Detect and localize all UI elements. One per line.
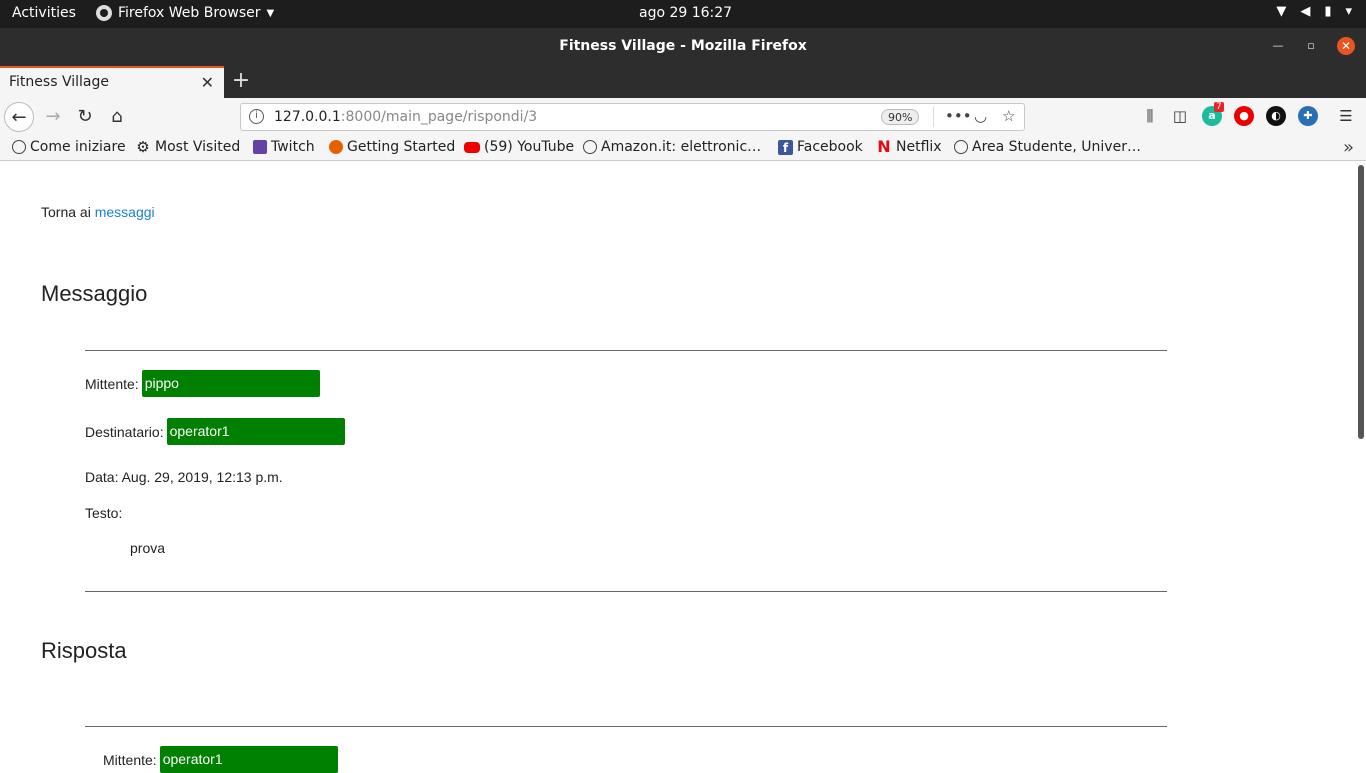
bookmark-amazon[interactable]: Amazon.it: elettronic… bbox=[583, 139, 761, 155]
url-bar[interactable]: i 127.0.0.1:8000/main_page/rispondi/3 90… bbox=[240, 103, 1025, 131]
reply-sender-label: Mittente: bbox=[103, 751, 157, 768]
netflix-icon: N bbox=[877, 137, 891, 156]
sidebar-icon[interactable]: ◫ bbox=[1170, 106, 1190, 126]
youtube-icon bbox=[464, 141, 480, 153]
message-sender-row: Mittente: pippo bbox=[85, 370, 320, 397]
reload-button[interactable]: ↻ bbox=[70, 102, 100, 132]
activities-button[interactable]: Activities bbox=[12, 5, 76, 21]
addon-badge: 7 bbox=[1214, 102, 1224, 112]
pocket-icon[interactable]: ◡ bbox=[974, 107, 987, 125]
back-prefix: Torna ai bbox=[41, 204, 91, 220]
facebook-icon: f bbox=[778, 139, 793, 155]
tab-label: Fitness Village bbox=[9, 74, 109, 90]
bookmark-label: Area Studente, Univer… bbox=[972, 139, 1141, 155]
divider bbox=[85, 591, 1167, 592]
bookmark-getting-started[interactable]: Getting Started bbox=[329, 139, 455, 155]
extension-icon[interactable]: ◐ bbox=[1266, 106, 1286, 126]
zoom-indicator[interactable]: 90% bbox=[881, 109, 920, 125]
message-heading: Messaggio bbox=[41, 281, 148, 306]
bookmark-label: Twitch bbox=[271, 139, 315, 155]
gear-icon: ⚙ bbox=[136, 138, 150, 156]
bookmarks-toolbar: Come iniziare ⚙ Most Visited Twitch Getti… bbox=[0, 136, 1366, 161]
navigation-toolbar: ← → ↻ ⌂ i 127.0.0.1:8000/main_page/rispo… bbox=[0, 98, 1366, 136]
library-icon[interactable]: ⫼ bbox=[1140, 106, 1160, 126]
new-tab-button[interactable]: + bbox=[230, 68, 252, 93]
bookmark-area-studente[interactable]: Area Studente, Univer… bbox=[954, 139, 1141, 155]
bookmark-label: Facebook bbox=[797, 139, 863, 155]
close-tab-icon[interactable]: ✕ bbox=[201, 73, 214, 92]
bookmark-label: Come iniziare bbox=[30, 139, 126, 155]
info-icon[interactable]: i bbox=[249, 109, 264, 124]
window-title-bar: Fitness Village - Mozilla Firefox — ▫ ✕ bbox=[0, 28, 1366, 64]
sender-value: pippo bbox=[141, 370, 320, 397]
menu-icon[interactable]: ☰ bbox=[1336, 106, 1356, 126]
reply-sender-value: operator1 bbox=[159, 746, 338, 773]
bookmark-most-visited[interactable]: ⚙ Most Visited bbox=[135, 139, 240, 155]
url-path: :8000/main_page/rispondi/3 bbox=[340, 109, 538, 125]
wifi-icon: ▼ bbox=[1276, 4, 1287, 19]
chevron-down-icon: ▼ bbox=[266, 7, 275, 19]
bookmark-label: Netflix bbox=[896, 139, 942, 155]
firefox-icon bbox=[96, 5, 112, 21]
bookmark-netflix[interactable]: N Netflix bbox=[876, 137, 942, 156]
scrollbar[interactable] bbox=[1358, 165, 1364, 439]
message-text-label: Testo: bbox=[85, 505, 123, 521]
bookmark-facebook[interactable]: f Facebook bbox=[778, 139, 863, 155]
reply-heading: Risposta bbox=[41, 638, 127, 663]
back-to-messages: Torna ai messaggi bbox=[41, 204, 155, 220]
volume-icon: ◀ bbox=[1300, 4, 1311, 19]
divider bbox=[85, 726, 1167, 727]
maximize-button[interactable]: ▫ bbox=[1302, 37, 1320, 55]
globe-icon bbox=[12, 140, 26, 154]
twitch-icon bbox=[253, 140, 267, 154]
tab-strip: Fitness Village ✕ + bbox=[0, 64, 1366, 98]
bookmark-star-icon[interactable]: ☆ bbox=[1002, 107, 1015, 125]
bookmark-twitch[interactable]: Twitch bbox=[253, 139, 315, 155]
battery-icon: ▮ bbox=[1324, 4, 1332, 19]
bookmark-label: Getting Started bbox=[347, 139, 456, 155]
message-recipient-row: Destinatario: operator1 bbox=[85, 418, 345, 445]
tab-fitness-village[interactable]: Fitness Village ✕ bbox=[0, 66, 224, 98]
chevron-right-icon[interactable]: » bbox=[1343, 137, 1354, 158]
bookmark-label: Most Visited bbox=[155, 139, 241, 155]
bookmark-label: Amazon.it: elettronic… bbox=[601, 139, 762, 155]
bookmark-come-iniziare[interactable]: Come iniziare bbox=[12, 139, 126, 155]
recipient-label: Destinatario: bbox=[85, 423, 164, 440]
clock[interactable]: ago 29 16:27 bbox=[639, 5, 732, 21]
minimize-button[interactable]: — bbox=[1269, 37, 1287, 55]
message-date: Data: Aug. 29, 2019, 12:13 p.m. bbox=[85, 469, 283, 485]
addon-icon[interactable]: a7 bbox=[1202, 102, 1224, 126]
url-host: 127.0.0.1 bbox=[274, 109, 341, 125]
messages-link[interactable]: messaggi bbox=[95, 204, 155, 220]
app-menu-label: Firefox Web Browser bbox=[118, 5, 261, 21]
adblock-icon[interactable]: ● bbox=[1234, 106, 1254, 126]
globe-icon bbox=[583, 140, 597, 154]
message-text: prova bbox=[130, 540, 166, 556]
reply-sender-row: Mittente: operator1 bbox=[103, 746, 338, 773]
app-menu[interactable]: Firefox Web Browser ▼ bbox=[96, 5, 274, 21]
recipient-value: operator1 bbox=[166, 418, 345, 445]
system-tray[interactable]: ▼ ◀ ▮ ▾ bbox=[1276, 4, 1352, 19]
url-text[interactable]: 127.0.0.1:8000/main_page/rispondi/3 bbox=[274, 109, 537, 125]
page-content: Torna ai messaggi Messaggio Mittente: pi… bbox=[0, 161, 1366, 773]
bookmark-label: (59) YouTube bbox=[484, 139, 575, 155]
power-menu-icon: ▾ bbox=[1345, 4, 1352, 19]
divider bbox=[933, 107, 934, 127]
close-window-button[interactable]: ✕ bbox=[1337, 37, 1355, 55]
window-title: Fitness Village - Mozilla Firefox bbox=[559, 38, 807, 54]
bookmark-youtube[interactable]: (59) YouTube bbox=[464, 139, 574, 155]
globe-icon bbox=[954, 140, 968, 154]
sender-label: Mittente: bbox=[85, 375, 139, 392]
home-button[interactable]: ⌂ bbox=[102, 102, 132, 132]
page-actions-icon[interactable]: ••• bbox=[945, 107, 972, 125]
forward-button[interactable]: → bbox=[38, 102, 68, 132]
firefox-icon bbox=[329, 140, 343, 154]
divider bbox=[85, 350, 1167, 351]
extension-icon-2[interactable]: ✚ bbox=[1298, 106, 1318, 126]
back-button[interactable]: ← bbox=[4, 102, 34, 132]
system-top-bar: Activities Firefox Web Browser ▼ ago 29 … bbox=[0, 0, 1366, 28]
